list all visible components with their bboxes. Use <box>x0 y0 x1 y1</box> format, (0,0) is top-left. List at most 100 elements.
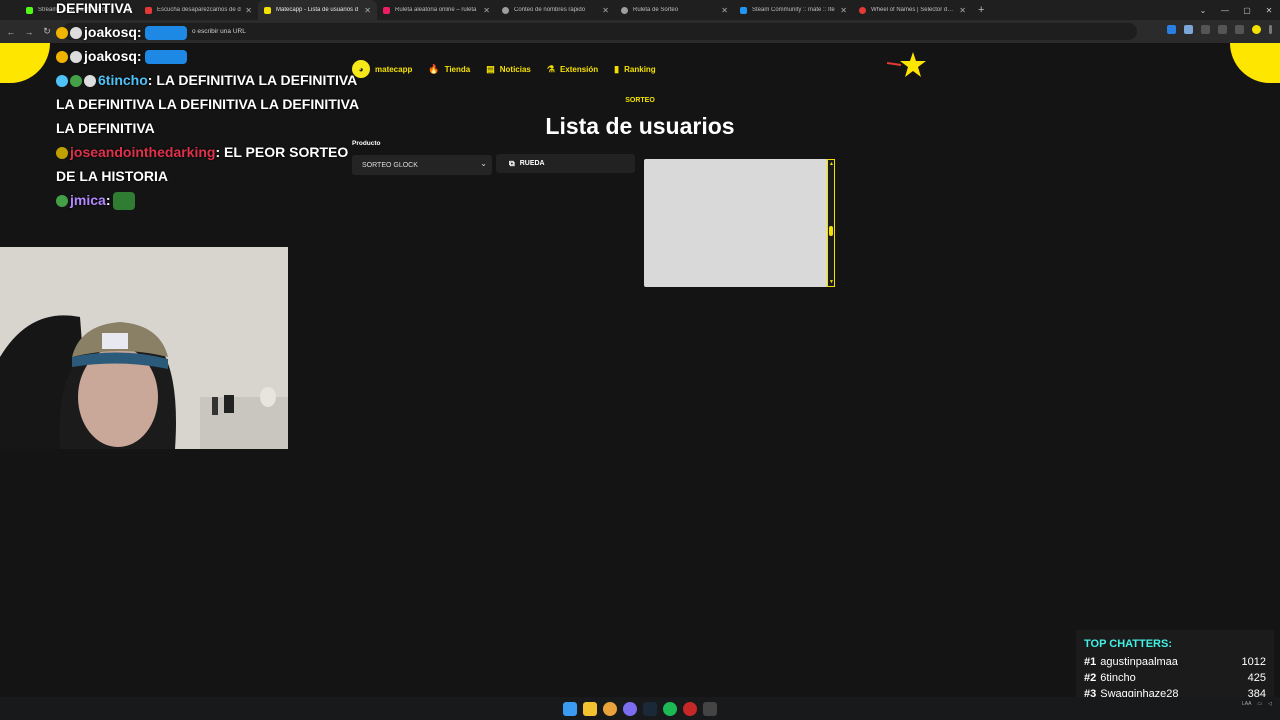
app-icon[interactable] <box>683 701 697 716</box>
chat-username: joakosq <box>84 48 137 64</box>
nav-item-extension[interactable]: ⚗ Extensión <box>547 64 598 75</box>
webcam-image <box>0 247 288 449</box>
nav-label: Ranking <box>624 64 656 74</box>
chat-username: joseandointhedarking <box>70 144 216 160</box>
os-taskbar: LAA ▭ ◁ <box>0 697 1280 720</box>
tab-title: Wheel of Names | Selector de n <box>871 7 956 13</box>
tab-title: Conteo de nombres rápido <box>514 7 586 13</box>
external-link-icon: ⧉ <box>509 158 515 168</box>
browser-tab[interactable]: Wheel of Names | Selector de n ✕ <box>853 0 972 20</box>
flask-icon: ⚗ <box>546 63 555 74</box>
emote-icon <box>144 26 187 41</box>
close-window-icon[interactable]: ✕ <box>1258 0 1280 20</box>
windows-start-icon[interactable] <box>563 701 577 716</box>
close-icon[interactable]: ✕ <box>602 6 609 15</box>
badge-icon <box>56 195 68 208</box>
bar-chart-icon: ▮ <box>614 63 620 74</box>
extension-icon[interactable] <box>1184 25 1193 34</box>
browser-tab[interactable]: Steam Community :: mate :: Ite ✕ <box>734 0 853 20</box>
chevron-down-icon: ⌄ <box>480 159 487 168</box>
chatter-rank: #1 <box>1084 656 1097 668</box>
maximize-icon[interactable]: ▢ <box>1236 0 1258 20</box>
download-icon[interactable] <box>1235 25 1244 34</box>
browser-tab[interactable]: Conteo de nombres rápido ✕ <box>496 0 615 20</box>
browser-tab[interactable]: Ruleta de Sorteo ✕ <box>615 0 734 20</box>
window-controls: ⌄ — ▢ ✕ <box>1192 0 1280 20</box>
language-indicator[interactable]: LAA <box>1242 701 1251 707</box>
extension-icon[interactable] <box>1167 25 1176 34</box>
chatter-count: 1012 <box>1241 656 1266 668</box>
nav-item-tienda[interactable]: 🔥 Tienda <box>428 64 470 75</box>
badge-icon <box>56 147 68 160</box>
scroll-down-icon[interactable]: ▼ <box>829 279 834 285</box>
steam-icon[interactable] <box>643 701 657 716</box>
sidepanel-icon[interactable] <box>1201 25 1210 34</box>
nav-label: matecapp <box>375 64 413 74</box>
chat-text: : <box>105 192 111 208</box>
close-icon[interactable]: ✕ <box>959 6 966 15</box>
steam-icon <box>740 6 747 14</box>
extensions-puzzle-icon[interactable] <box>1218 25 1227 34</box>
news-icon: ▤ <box>486 63 495 74</box>
discord-icon[interactable] <box>623 701 637 716</box>
browser-tab[interactable]: Ruleta aleatoria online – ruleta ✕ <box>377 0 496 20</box>
chat-message: 6tincho: LA DEFINITIVA LA DEFINITIVA LA … <box>56 68 366 140</box>
badge-icon <box>56 27 68 40</box>
chrome-icon[interactable] <box>603 701 617 716</box>
spotify-icon[interactable] <box>663 701 677 716</box>
chat-message: joakosq: <box>56 20 366 44</box>
textarea-scrollbar[interactable]: ▲ ▼ <box>827 159 835 287</box>
chatter-name: agustinpaalmaa <box>1100 656 1178 668</box>
emote-icon <box>113 192 136 211</box>
screen: Stream - Kick Dashboard ✕ Escucha desapar… <box>0 0 1280 720</box>
scroll-up-icon[interactable]: ▲ <box>829 161 834 167</box>
chatter-name: 6tincho <box>1100 672 1136 684</box>
site-nav: ◕ matecapp 🔥 Tienda ▤ Noticias ⚗ Extensi… <box>352 60 656 78</box>
nav-item-ranking[interactable]: ▮ Ranking <box>614 64 656 75</box>
app-icon[interactable] <box>703 701 717 716</box>
chat-username: jmica <box>70 192 106 208</box>
chat-message: joseandointhedarking: EL PEOR SORTEO DE … <box>56 140 366 188</box>
extension-icons <box>1167 25 1272 34</box>
forward-icon[interactable]: → <box>20 27 38 37</box>
decorative-blob <box>0 43 50 83</box>
avatar[interactable] <box>1252 25 1261 34</box>
sword-badge-icon <box>56 75 68 88</box>
badge-icon <box>70 51 82 64</box>
stream-chat-overlay: DEFINITIVA joakosq: joakosq: 6tincho: LA… <box>56 0 366 212</box>
menu-dots-icon[interactable] <box>1269 25 1272 34</box>
top-chatter-row: #1 agustinpaalmaa 1012 <box>1084 654 1266 670</box>
product-select-value: SORTEO GLOCK <box>362 161 418 169</box>
close-icon[interactable]: ✕ <box>840 6 847 15</box>
product-select[interactable]: SORTEO GLOCK ⌄ <box>352 155 492 175</box>
nav-label: Extensión <box>559 64 599 74</box>
nav-label: Tienda <box>444 64 471 74</box>
tab-title: Steam Community :: mate :: Ite <box>752 7 835 13</box>
badge-icon <box>70 27 82 40</box>
chatter-count: 425 <box>1247 672 1266 684</box>
minimize-icon[interactable]: — <box>1214 0 1236 20</box>
new-tab-icon[interactable]: + <box>978 4 984 16</box>
badge-icon <box>84 75 96 88</box>
volume-icon[interactable]: ◁ <box>1268 701 1272 707</box>
back-icon[interactable]: ← <box>2 27 20 37</box>
close-icon[interactable]: ✕ <box>721 6 728 15</box>
chat-text: : <box>136 24 142 40</box>
tab-search-icon[interactable]: ⌄ <box>1192 0 1214 20</box>
badge-icon <box>70 75 82 88</box>
users-textarea[interactable] <box>644 159 828 287</box>
scroll-thumb[interactable] <box>829 226 833 236</box>
reload-icon[interactable]: ↻ <box>38 26 56 37</box>
globe-icon <box>621 6 628 14</box>
nav-item-noticias[interactable]: ▤ Noticias <box>486 64 531 75</box>
badge-icon <box>56 51 68 64</box>
chat-message: jmica: <box>56 188 366 212</box>
wheel-icon <box>859 6 866 14</box>
network-icon[interactable]: ▭ <box>1257 701 1262 707</box>
nav-label: Noticias <box>499 64 531 74</box>
close-icon[interactable]: ✕ <box>483 6 490 15</box>
file-explorer-icon[interactable] <box>583 701 597 716</box>
star-icon <box>887 52 926 77</box>
wheel-icon <box>383 6 390 14</box>
rueda-button[interactable]: ⧉ RUEDA <box>496 154 635 173</box>
